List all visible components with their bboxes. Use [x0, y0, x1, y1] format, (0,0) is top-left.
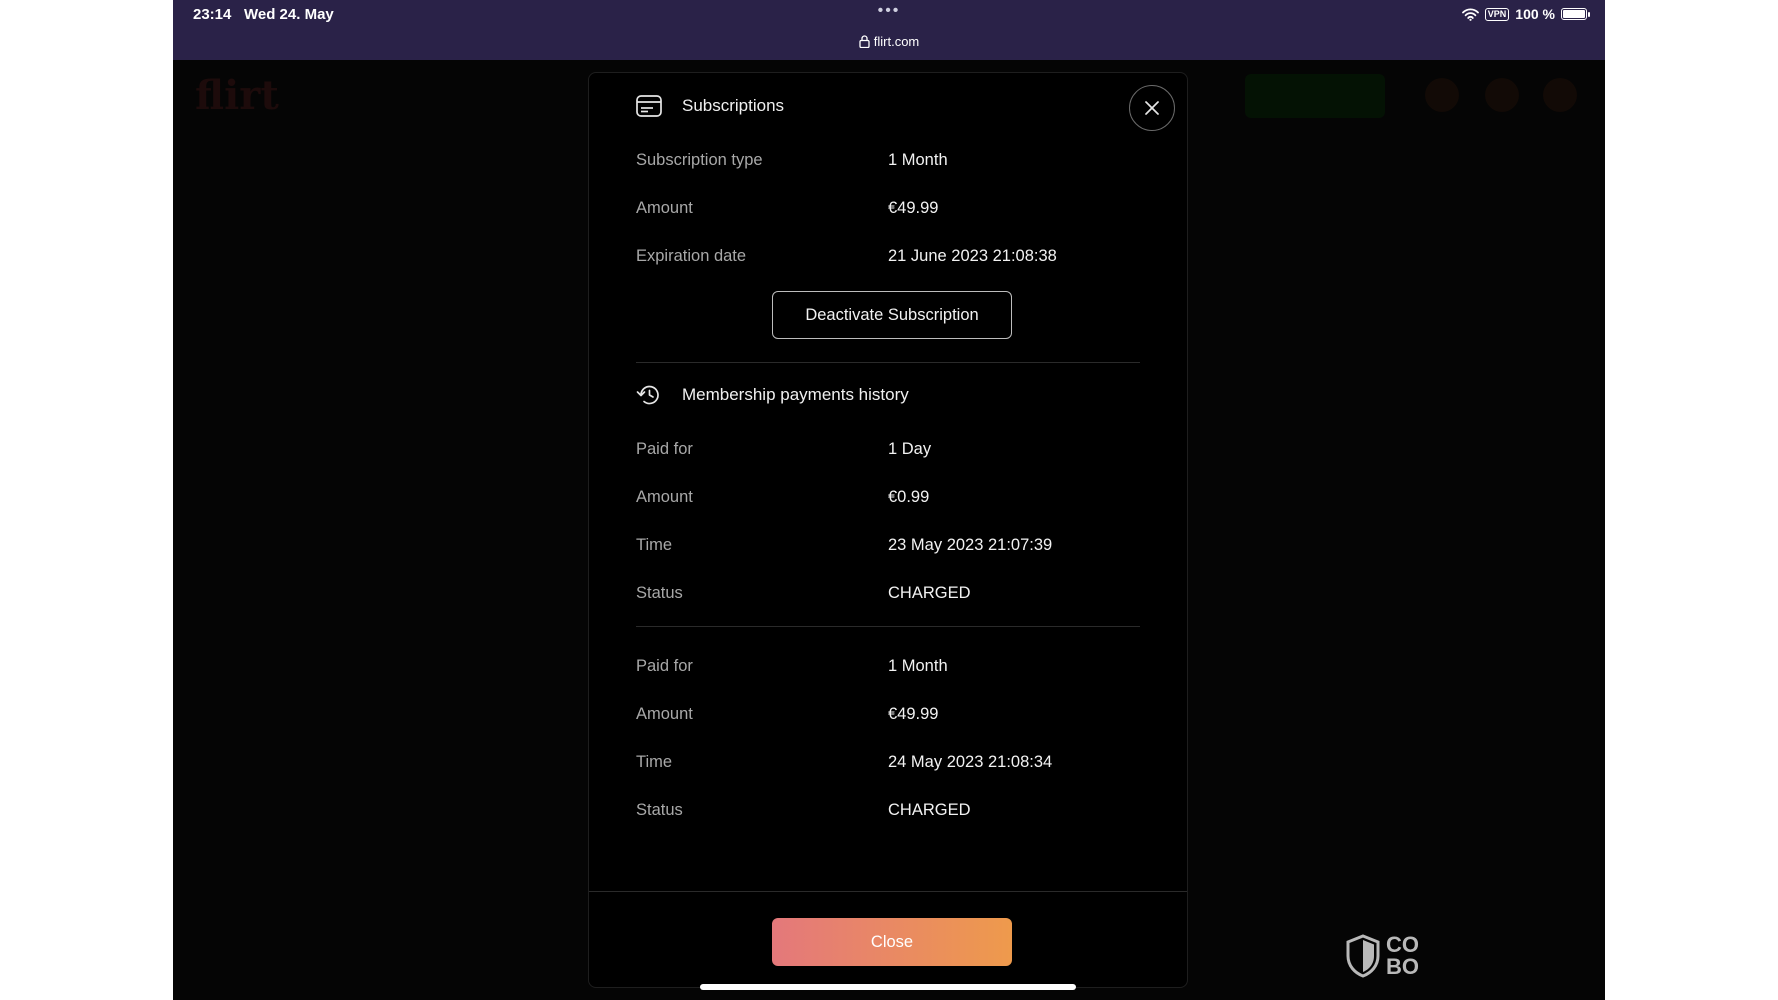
row-label: Time [636, 536, 673, 554]
row-label: Amount [636, 199, 693, 217]
history-title: Membership payments history [682, 385, 909, 404]
url-text: flirt.com [873, 34, 920, 49]
address-bar[interactable]: flirt.com [173, 34, 1605, 49]
ipad-screen: 23:14 Wed 24. May ••• flirt.com VPN 100 … [173, 0, 1605, 1000]
watermark: CO BO [1346, 934, 1431, 978]
row-label: Amount [636, 705, 693, 723]
footer-divider [589, 891, 1187, 892]
battery-percent: 100 % [1515, 6, 1555, 22]
vpn-badge: VPN [1484, 7, 1510, 21]
row-label: Status [636, 801, 683, 819]
watermark-line-2: BO [1386, 954, 1419, 978]
section-divider [636, 362, 1140, 363]
battery-icon [1561, 8, 1590, 20]
home-indicator[interactable] [700, 984, 1076, 990]
status-bar: 23:14 Wed 24. May ••• flirt.com VPN 100 … [173, 0, 1605, 60]
background-button [1245, 74, 1385, 118]
lock-icon [859, 35, 870, 49]
row-value: €49.99 [888, 705, 939, 723]
subscriptions-header: Subscriptions [636, 95, 784, 117]
watermark-line-1: CO [1386, 934, 1419, 957]
row-label: Amount [636, 488, 693, 506]
subscriptions-title: Subscriptions [682, 96, 785, 115]
row-value: 1 Day [888, 440, 932, 458]
close-icon-button[interactable] [1129, 85, 1175, 131]
row-value: 23 May 2023 21:07:39 [888, 536, 1053, 554]
row-value: 1 Month [888, 657, 948, 675]
wifi-icon [1461, 8, 1479, 21]
row-value: €0.99 [888, 488, 930, 506]
row-value: 21 June 2023 21:08:38 [888, 247, 1057, 265]
background-logo: flirt [195, 72, 279, 119]
background-avatar [1485, 78, 1519, 112]
close-icon [1145, 101, 1159, 115]
row-value: 1 Month [888, 151, 948, 169]
history-icon [636, 385, 659, 405]
status-indicators: VPN 100 % [1461, 6, 1590, 22]
row-label: Paid for [636, 657, 693, 675]
row-label: Time [636, 753, 673, 771]
history-header: Membership payments history [636, 384, 909, 406]
row-value: CHARGED [888, 584, 971, 602]
close-button[interactable]: Close [772, 918, 1012, 966]
row-label: Subscription type [636, 151, 763, 169]
shield-icon [1346, 934, 1380, 978]
background-avatar [1543, 78, 1577, 112]
row-value: €49.99 [888, 199, 939, 217]
subscriptions-modal: Subscriptions Subscription type 1 Month … [588, 72, 1188, 988]
more-dots-icon[interactable]: ••• [173, 2, 1605, 20]
battery-fill [1563, 10, 1585, 18]
deactivate-subscription-button[interactable]: Deactivate Subscription [772, 291, 1012, 339]
row-label: Expiration date [636, 247, 747, 265]
row-label: Paid for [636, 440, 693, 458]
payment-divider [636, 626, 1140, 627]
background-avatar [1425, 78, 1459, 112]
row-value: CHARGED [888, 801, 971, 819]
row-label: Status [636, 584, 683, 602]
row-value: 24 May 2023 21:08:34 [888, 753, 1053, 771]
card-icon [636, 95, 662, 117]
